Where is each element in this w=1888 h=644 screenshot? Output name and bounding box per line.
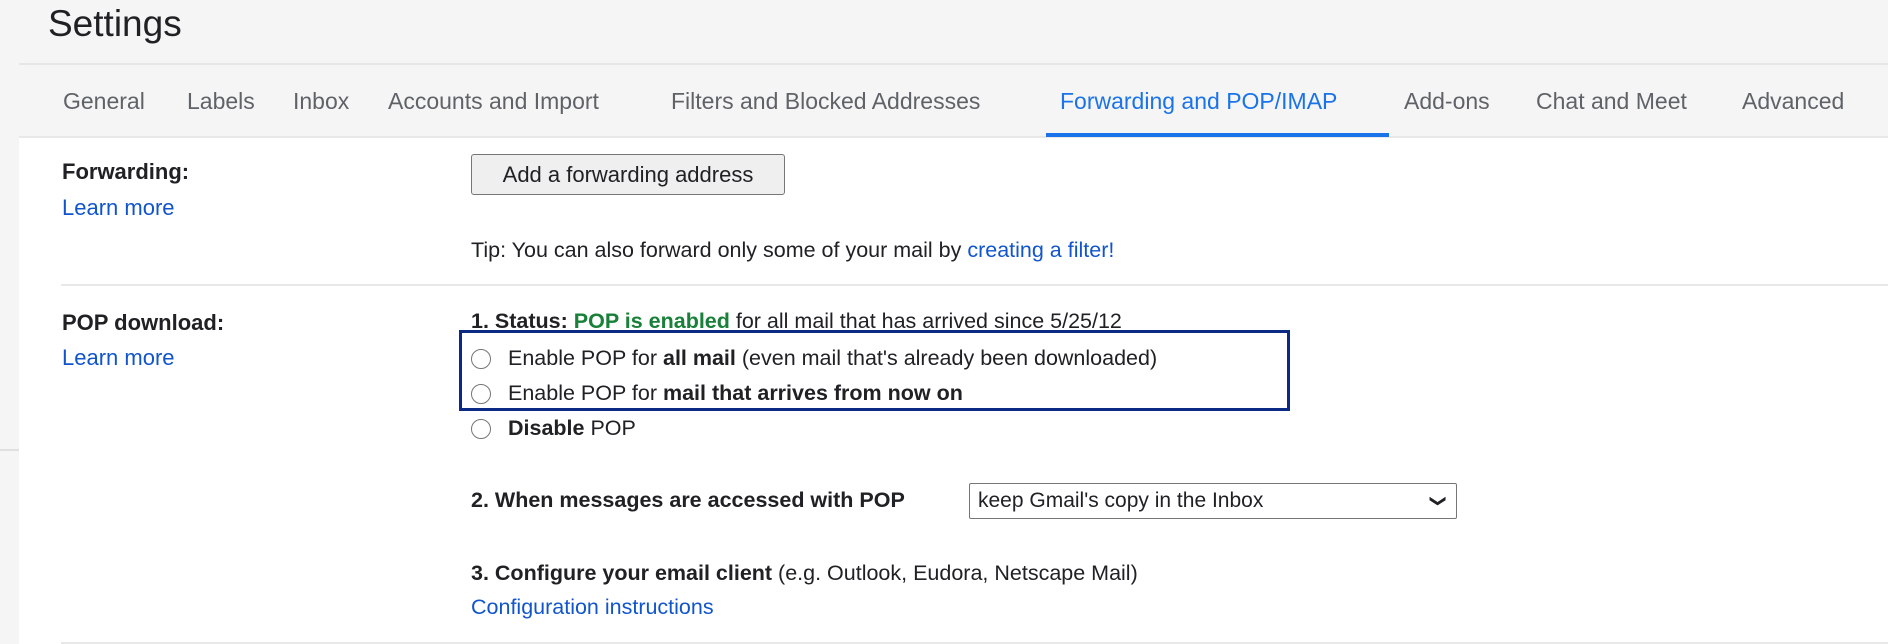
active-tab-indicator [1046, 133, 1389, 137]
configuration-instructions-link[interactable]: Configuration instructions [471, 595, 714, 620]
tab-advanced[interactable]: Advanced [1742, 86, 1844, 116]
tab-inbox[interactable]: Inbox [293, 86, 349, 116]
tip-text: Tip: You can also forward only some of y… [471, 238, 968, 262]
tab-labels[interactable]: Labels [187, 86, 255, 116]
option-text: Enable POP for [508, 346, 663, 370]
forwarding-label: Forwarding: [62, 159, 190, 184]
pop-download-label: POP download: [62, 310, 225, 335]
option-text: POP [584, 416, 636, 440]
left-divider [0, 449, 19, 451]
step3-note: (e.g. Outlook, Eudora, Netscape Mail) [772, 561, 1138, 585]
tab-accounts-and-import[interactable]: Accounts and Import [388, 86, 599, 116]
section-divider [61, 284, 1888, 286]
step3-label: 3. Configure your email client [471, 561, 773, 585]
option-text: Enable POP for [508, 381, 663, 405]
step3: 3. Configure your email client (e.g. Out… [471, 561, 1138, 586]
radio-disable-pop[interactable] [471, 419, 491, 439]
option-text: (even mail that's already been downloade… [735, 346, 1158, 370]
option-from-now-on-label[interactable]: Enable POP for mail that arrives from no… [508, 381, 963, 406]
option-all-mail-label[interactable]: Enable POP for all mail (even mail that'… [508, 346, 1157, 371]
radio-all-mail[interactable] [471, 349, 491, 369]
tab-add-ons[interactable]: Add-ons [1404, 86, 1490, 116]
forwarding-learn-more-link[interactable]: Learn more [62, 195, 175, 221]
forwarding-tip: Tip: You can also forward only some of y… [471, 238, 1114, 263]
tab-forwarding-pop-imap[interactable]: Forwarding and POP/IMAP [1060, 86, 1337, 116]
header-divider [19, 63, 1888, 65]
option-bold: all mail [662, 346, 736, 370]
option-disable-label[interactable]: Disable POP [508, 416, 636, 441]
tab-filters[interactable]: Filters and Blocked Addresses [671, 86, 980, 116]
step2-label: 2. When messages are accessed with POP [471, 488, 905, 512]
option-bold: mail that arrives from now on [662, 381, 963, 405]
pop-learn-more-link[interactable]: Learn more [62, 345, 175, 371]
creating-filter-link[interactable]: creating a filter! [967, 238, 1114, 262]
radio-from-now-on[interactable] [471, 384, 491, 404]
page-title: Settings [48, 3, 182, 44]
tab-general[interactable]: General [63, 86, 145, 116]
option-bold: Disable [508, 416, 585, 440]
tab-chat-and-meet[interactable]: Chat and Meet [1536, 86, 1687, 116]
pop-access-select[interactable]: keep Gmail's copy in the Inbox ❯ [969, 483, 1457, 519]
add-forwarding-address-button[interactable]: Add a forwarding address [471, 154, 785, 195]
select-value: keep Gmail's copy in the Inbox [978, 489, 1264, 512]
chevron-down-icon: ❯ [1429, 494, 1447, 508]
